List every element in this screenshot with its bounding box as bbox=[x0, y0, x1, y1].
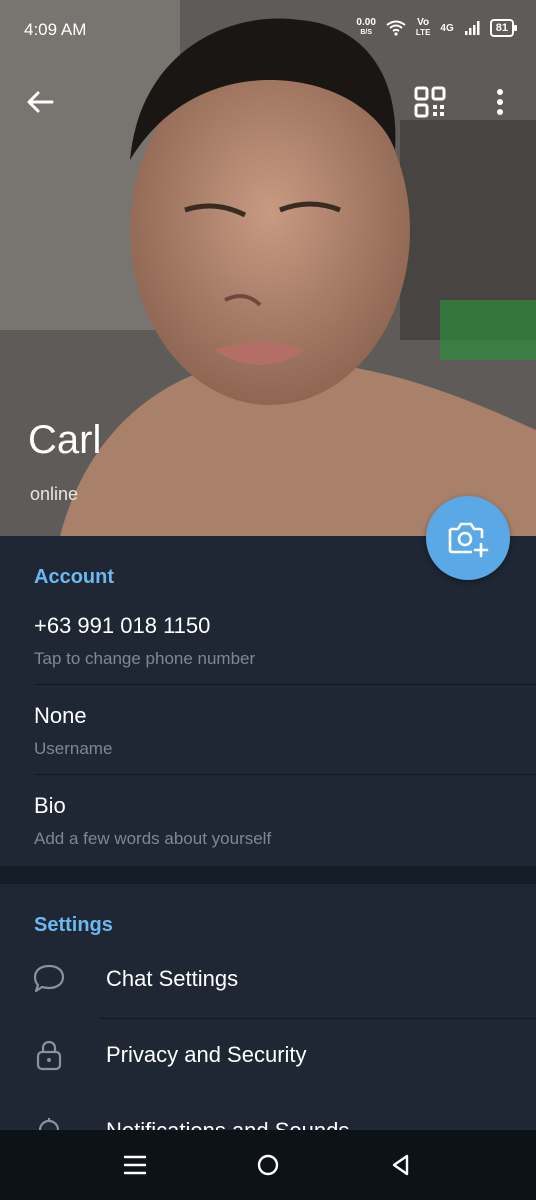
network-type: 4G bbox=[440, 22, 454, 34]
account-section-title: Account bbox=[34, 566, 114, 588]
volte-bottom: LTE bbox=[415, 28, 431, 37]
username-value: None bbox=[34, 703, 87, 728]
profile-name: Carl bbox=[28, 418, 102, 462]
net-speed-value: 0.00 bbox=[356, 17, 376, 28]
divider bbox=[34, 774, 536, 775]
camera-add-icon bbox=[448, 522, 489, 558]
volte-indicator: Vo LTE bbox=[416, 18, 431, 38]
volte-top: Vo bbox=[417, 17, 430, 28]
home-circle-icon bbox=[257, 1154, 279, 1176]
recent-apps-button[interactable] bbox=[120, 1150, 150, 1180]
phone-number: +63 991 018 1150 bbox=[34, 613, 211, 638]
back-triangle-icon bbox=[392, 1154, 409, 1176]
settings-item-chat[interactable]: Chat Settings bbox=[0, 942, 536, 1016]
divider bbox=[34, 684, 536, 685]
back-button[interactable] bbox=[22, 84, 58, 120]
wifi-icon bbox=[386, 20, 406, 36]
signal-icon bbox=[464, 21, 480, 35]
phone-hint: Tap to change phone number bbox=[34, 649, 256, 668]
bio-value: Bio bbox=[34, 793, 66, 818]
menu-lines-icon bbox=[123, 1155, 147, 1175]
qr-code-button[interactable] bbox=[412, 84, 448, 120]
settings-section: Settings Chat Settings Privacy and Secur… bbox=[0, 884, 536, 1130]
system-nav-bar bbox=[0, 1130, 536, 1200]
account-section: Account +63 991 018 1150 Tap to change p… bbox=[0, 536, 536, 866]
more-options-button[interactable] bbox=[484, 84, 516, 120]
battery-indicator: 81 bbox=[489, 19, 518, 37]
arrow-left-icon bbox=[27, 91, 54, 113]
net-speed-unit: B/S bbox=[360, 29, 372, 36]
username-label: Username bbox=[34, 739, 113, 758]
settings-item-label: Chat Settings bbox=[106, 966, 239, 991]
back-nav-button[interactable] bbox=[386, 1150, 416, 1180]
set-photo-button[interactable] bbox=[426, 496, 510, 580]
net-speed: 0.00 B/S bbox=[356, 18, 375, 38]
status-indicators: 0.00 B/S Vo LTE 4G 81 bbox=[356, 18, 518, 38]
settings-section-title: Settings bbox=[34, 914, 113, 936]
settings-item-label: Notifications and Sounds bbox=[106, 1118, 349, 1130]
status-bar: 4:09 AM 0.00 B/S Vo LTE 4G 81 bbox=[0, 0, 536, 60]
more-vertical-icon bbox=[497, 89, 503, 115]
bell-icon bbox=[38, 1118, 60, 1130]
section-gap bbox=[0, 866, 536, 884]
settings-item-privacy[interactable]: Privacy and Security bbox=[0, 1018, 536, 1092]
settings-item-notifications[interactable]: Notifications and Sounds bbox=[0, 1094, 536, 1130]
chat-bubble-icon bbox=[33, 964, 65, 993]
status-time: 4:09 AM bbox=[24, 20, 87, 39]
lock-icon bbox=[36, 1040, 62, 1071]
bio-hint: Add a few words about yourself bbox=[34, 829, 272, 848]
settings-item-label: Privacy and Security bbox=[106, 1042, 307, 1067]
home-button[interactable] bbox=[253, 1150, 283, 1180]
qr-code-icon bbox=[414, 86, 446, 118]
profile-status: online bbox=[30, 484, 79, 504]
